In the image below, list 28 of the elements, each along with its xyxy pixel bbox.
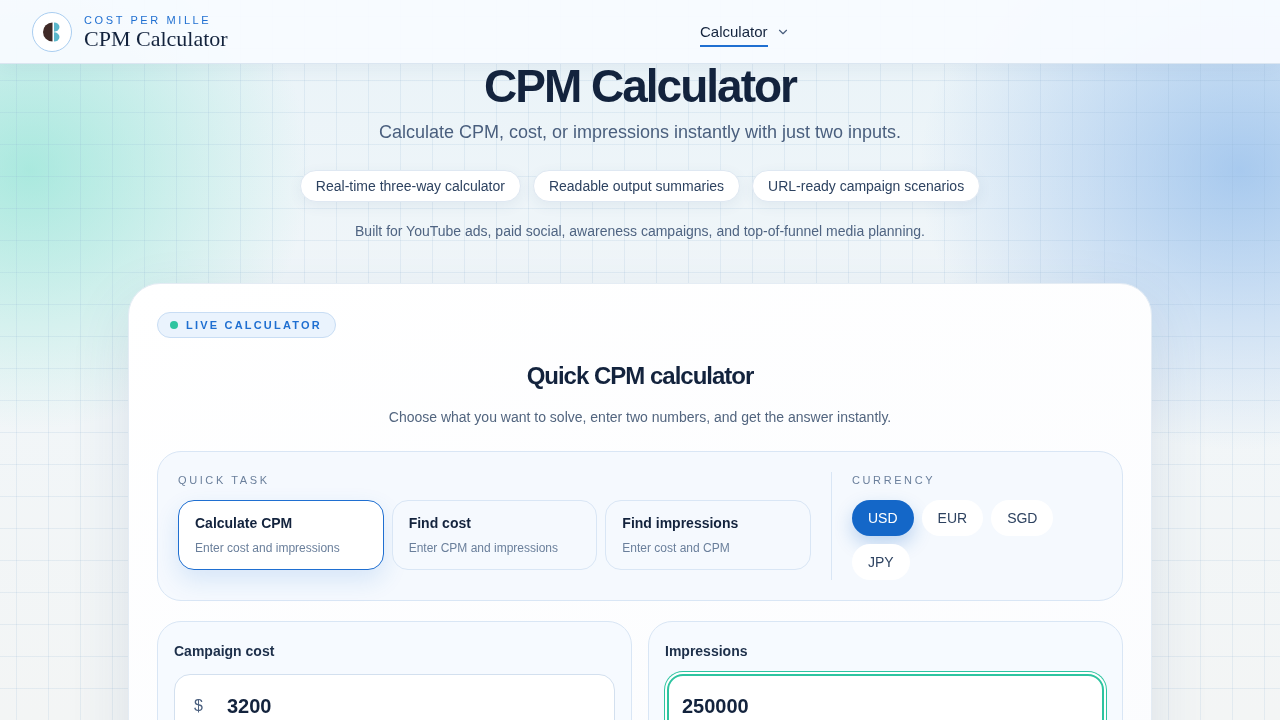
hero-note: Built for YouTube ads, paid social, awareness campaigns, and top-of-funnel media planning. bbox=[355, 222, 925, 241]
currency-option[interactable]: USD bbox=[852, 500, 914, 536]
task-option[interactable]: Find cost Enter CPM and impressions bbox=[391, 500, 598, 570]
input-label: Impressions bbox=[665, 642, 748, 661]
quick-task-label: QUICK TASK bbox=[178, 473, 270, 488]
feature-chip: URL-ready campaign scenarios bbox=[752, 170, 981, 202]
currency-option[interactable]: JPY bbox=[852, 544, 910, 580]
badge-label: LIVE CALCULATOR bbox=[186, 319, 322, 331]
number-input-field[interactable]: $ 3200 bbox=[174, 674, 615, 720]
brand-eyebrow: COST PER MILLE bbox=[84, 12, 213, 27]
calculator-title: Quick CPM calculator bbox=[525, 361, 755, 391]
input-label: Campaign cost bbox=[174, 642, 275, 661]
status-dot-icon bbox=[170, 321, 178, 329]
feature-chip: Readable output summaries bbox=[532, 170, 741, 202]
task-option[interactable]: Calculate CPM Enter cost and impressions bbox=[178, 500, 384, 570]
calculator-description: Choose what you want to solve, enter two numbers, and get the answer instantly. bbox=[387, 408, 893, 427]
nav-link[interactable]: Calculator bbox=[700, 20, 768, 47]
brand-name: CPM Calculator bbox=[84, 26, 228, 51]
currency-option[interactable]: EUR bbox=[921, 500, 984, 536]
feature-chip: Real-time three-way calculator bbox=[299, 170, 521, 202]
task-option[interactable]: Find impressions Enter cost and CPM bbox=[605, 500, 811, 570]
hero-title: CPM Calculator bbox=[484, 64, 796, 108]
currency-option[interactable]: SGD bbox=[991, 500, 1054, 536]
currency-label: CURRENCY bbox=[852, 473, 936, 488]
number-input-field[interactable]: 250000 bbox=[667, 674, 1104, 720]
logo-icon bbox=[32, 11, 72, 52]
hero-subtitle: Calculate CPM, cost, or impressions instantly with just two inputs. bbox=[378, 121, 902, 144]
currency-prefix: $ bbox=[194, 697, 203, 715]
